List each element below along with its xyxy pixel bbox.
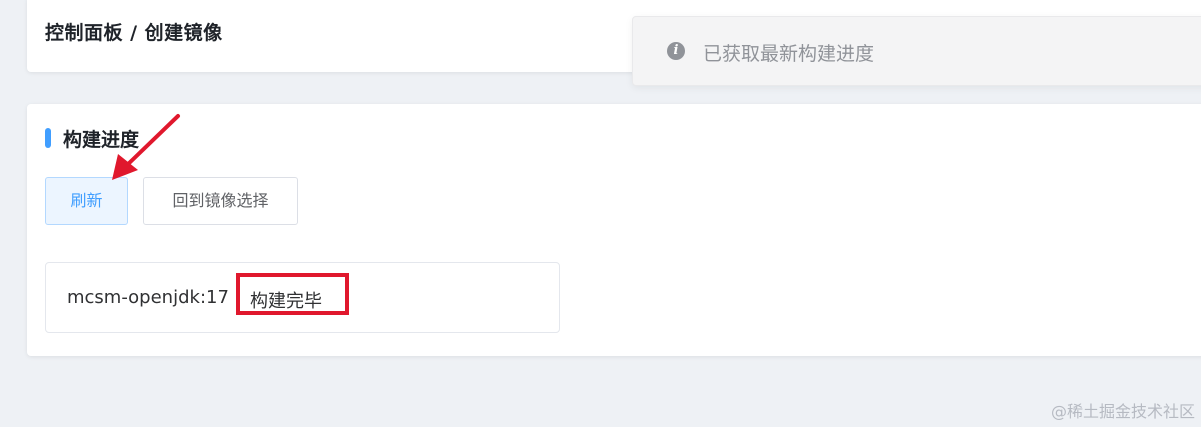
build-progress-item: mcsm-openjdk:17 构建完毕 bbox=[45, 262, 560, 333]
annotation-arrow bbox=[112, 114, 180, 180]
status-highlight-box bbox=[236, 273, 349, 315]
watermark: @稀土掘金技术社区 bbox=[1050, 402, 1195, 421]
notification-text: 已获取最新构建进度 bbox=[703, 43, 875, 65]
page-title: 控制面板 / 创建镜像 bbox=[45, 22, 223, 44]
notification-message: i 已获取最新构建进度 bbox=[632, 16, 1201, 86]
info-icon: i bbox=[667, 42, 685, 60]
build-progress-card: 构建进度 刷新 回到镜像选择 mcsm-openjdk:17 构建完毕 bbox=[27, 104, 1201, 356]
section-marker bbox=[45, 128, 51, 148]
image-name: mcsm-openjdk:17 bbox=[67, 287, 229, 308]
